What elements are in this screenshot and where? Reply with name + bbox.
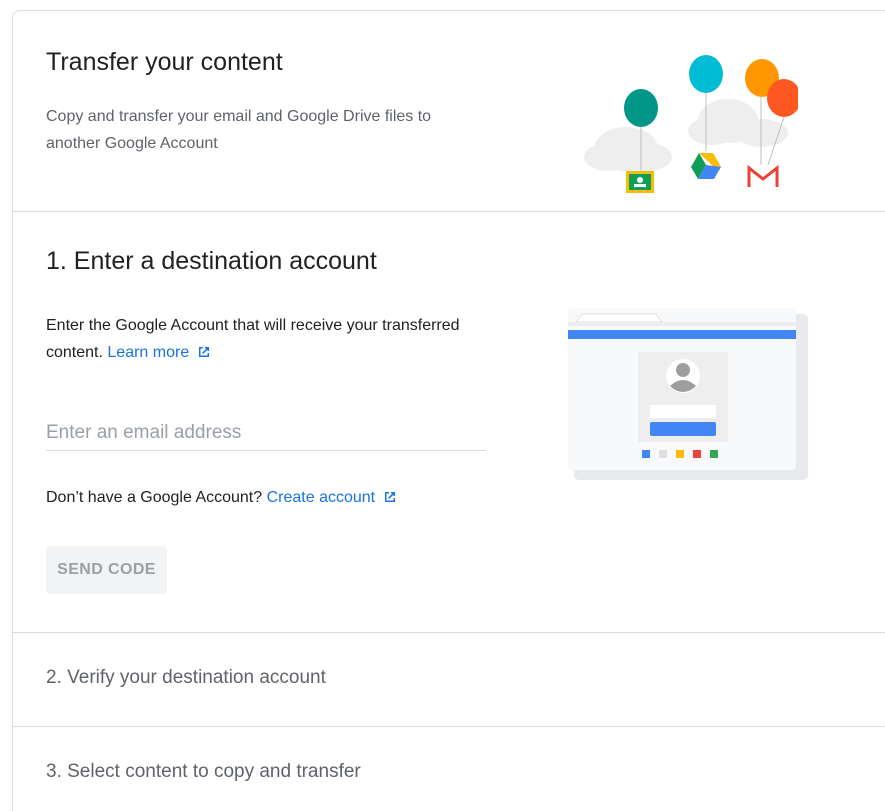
- balloons-illustration: [584, 55, 798, 193]
- cloud-left-icon: [584, 127, 672, 171]
- header-description: Copy and transfer your email and Google …: [46, 108, 432, 152]
- divider: [13, 632, 885, 633]
- step3-title[interactable]: 3. Select content to copy and transfer: [46, 761, 361, 783]
- no-account-text: Don’t have a Google Account?: [46, 489, 263, 506]
- create-account-link[interactable]: Create account: [267, 489, 398, 506]
- step2-title[interactable]: 2. Verify your destination account: [46, 667, 326, 689]
- google-classroom-icon: [626, 171, 654, 193]
- learn-more-link[interactable]: Learn more: [107, 344, 211, 361]
- divider: [13, 211, 885, 212]
- email-input[interactable]: [46, 415, 486, 450]
- external-link-icon: [199, 347, 210, 357]
- email-field-wrapper: [46, 415, 486, 451]
- no-account-line: Don’t have a Google Account? Create acco…: [46, 489, 397, 507]
- balloon-teal-icon: [624, 89, 658, 127]
- create-account-label: Create account: [266, 489, 376, 506]
- divider: [13, 726, 885, 727]
- google-drive-icon: [691, 153, 721, 179]
- transfer-card: Transfer your content Copy and transfer …: [12, 10, 885, 811]
- external-link-icon: [385, 492, 396, 502]
- gmail-icon: [747, 164, 779, 187]
- page-title: Transfer your content: [46, 48, 283, 76]
- send-code-button[interactable]: SEND CODE: [46, 546, 167, 594]
- header-section: Transfer your content Copy and transfer …: [13, 11, 885, 211]
- avatar-icon: [666, 359, 700, 393]
- step1-title: 1. Enter a destination account: [46, 247, 377, 275]
- balloon-cyan-icon: [689, 55, 723, 93]
- step1-description: Enter the Google Account that will recei…: [46, 312, 466, 366]
- learn-more-label: Learn more: [107, 344, 190, 361]
- browser-account-illustration: [568, 308, 808, 480]
